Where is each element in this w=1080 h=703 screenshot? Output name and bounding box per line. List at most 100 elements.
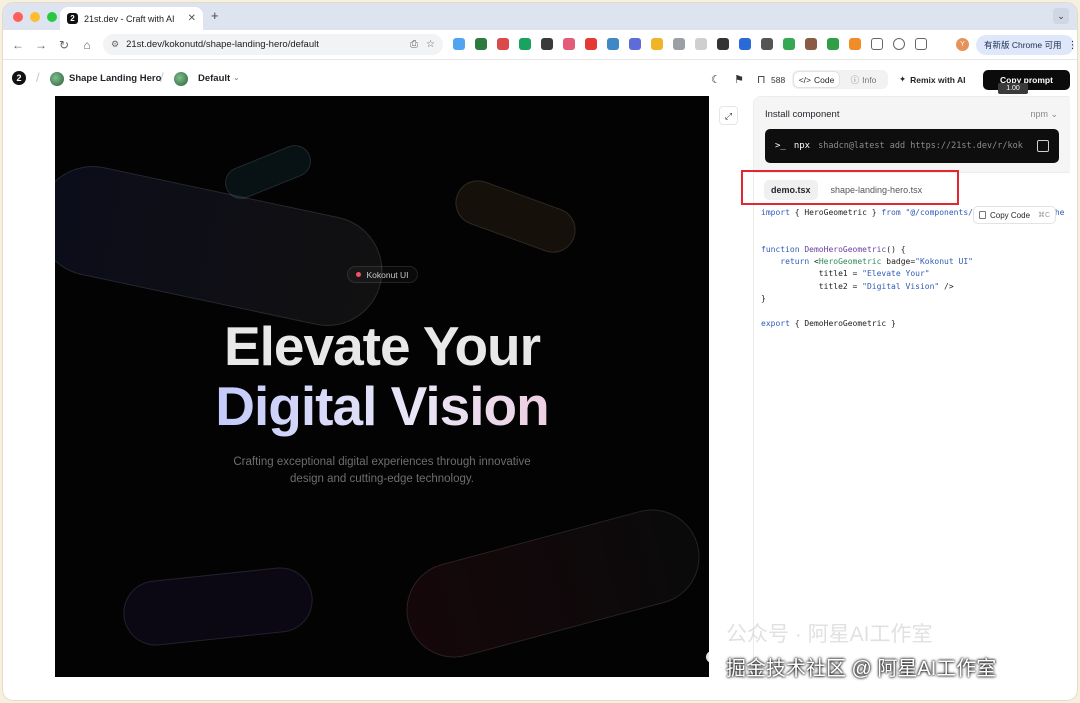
extension-mail-icon[interactable] — [497, 38, 509, 50]
close-window-button[interactable] — [13, 11, 23, 22]
maximize-window-button[interactable] — [47, 11, 57, 22]
component-preview: Kokonut UI Elevate Your Digital Vision C… — [55, 96, 709, 677]
extension-doc-icon[interactable] — [629, 38, 641, 50]
extension-letter-icon[interactable] — [695, 38, 707, 50]
view-tabs: </> Code ⓘ Info — [792, 70, 888, 89]
site-info-icon[interactable]: ⚙ — [111, 39, 119, 50]
reload-icon[interactable]: ↻ — [53, 38, 75, 52]
chevron-down-icon[interactable]: ⌄ — [233, 73, 240, 82]
flag-icon[interactable]: ⚑ — [734, 73, 744, 86]
decorative-shape — [220, 140, 316, 204]
extension-sync-icon[interactable] — [893, 38, 905, 50]
profile-avatar[interactable]: Y — [956, 38, 969, 51]
extension-frame-icon[interactable] — [673, 38, 685, 50]
breadcrumb-separator: / — [160, 70, 164, 85]
reading-list-icon[interactable] — [915, 38, 927, 50]
remix-label: Remix with AI — [910, 74, 966, 85]
browser-window: 2 21st.dev - Craft with AI ✕ + ⌄ ← → ↻ ⌂… — [3, 3, 1077, 700]
close-tab-icon[interactable]: ✕ — [188, 13, 196, 24]
bookmark-count: 588 — [771, 75, 786, 85]
code-line: title2 = "Digital Vision" /> — [761, 281, 954, 291]
breadcrumb-separator: / — [36, 70, 40, 85]
tab-search-icon[interactable]: ⌄ — [1053, 8, 1069, 24]
code-line: } — [761, 294, 766, 304]
install-title: Install component — [765, 109, 840, 120]
address-bar[interactable]: ⚙ 21st.dev/kokonutd/shape-landing-hero/d… — [103, 34, 443, 55]
cmd-npx: npx — [793, 141, 811, 151]
extension-chat-icon[interactable] — [827, 38, 839, 50]
theme-toggle-icon[interactable]: ☾ — [711, 73, 721, 86]
extension-video-icon[interactable] — [585, 38, 597, 50]
code-block: import { HeroGeometric } from "@/compone… — [761, 207, 1064, 330]
info-icon: ⓘ — [850, 74, 860, 85]
badge-label: Kokonut UI — [366, 269, 409, 280]
site-logo-icon[interactable]: 2 — [12, 71, 26, 85]
new-tab-icon[interactable]: + — [211, 8, 219, 23]
update-label: 有新版 Chrome 可用 — [984, 40, 1062, 50]
tab-info[interactable]: ⓘ Info — [841, 72, 886, 87]
chrome-update-button[interactable]: 有新版 Chrome 可用 ⋮ — [976, 35, 1077, 55]
author-avatar[interactable] — [50, 72, 64, 86]
tab-code-label: Code — [813, 74, 835, 85]
code-line: return <HeroGeometric badge="Kokonut UI" — [780, 257, 973, 267]
terminal-icon: >_ — [775, 141, 786, 151]
variant-selector[interactable]: Default — [198, 73, 230, 84]
window-controls — [13, 11, 57, 22]
browser-toolbar: ← → ↻ ⌂ ⚙ 21st.dev/kokonutd/shape-landin… — [3, 30, 1077, 60]
browser-tab[interactable]: 2 21st.dev - Craft with AI ✕ — [60, 7, 203, 30]
hero-title-line2: Digital Vision — [55, 374, 709, 438]
remix-with-ai-button[interactable]: ✦ Remix with AI — [895, 71, 970, 88]
code-line: export { DemoHeroGeometric } — [761, 318, 896, 328]
tab-title: 21st.dev - Craft with AI — [84, 13, 175, 24]
extensions-row — [453, 38, 927, 50]
back-icon[interactable]: ← — [7, 38, 29, 52]
install-app-icon[interactable]: ⎙ — [410, 39, 418, 50]
tab-strip: 2 21st.dev - Craft with AI ✕ + ⌄ — [3, 3, 1077, 30]
fullscreen-icon[interactable]: ⤢ — [719, 106, 738, 125]
extension-sheet-icon[interactable] — [519, 38, 531, 50]
hero-subtitle: Crafting exceptional digital experiences… — [233, 456, 531, 485]
hero-badge: Kokonut UI — [347, 266, 418, 283]
minimize-window-button[interactable] — [30, 11, 40, 22]
extension-bulb-icon[interactable] — [651, 38, 663, 50]
bookmark-star-icon[interactable]: ☆ — [426, 39, 435, 50]
extension-image-icon[interactable] — [563, 38, 575, 50]
navigation-buttons: ← → ↻ ⌂ — [7, 38, 98, 52]
copy-icon — [979, 211, 986, 219]
extension-box-icon[interactable] — [761, 38, 773, 50]
forward-icon[interactable]: → — [30, 38, 52, 52]
install-section: Install component npm ⌄ >_ npx shadcn@la… — [754, 97, 1070, 173]
extension-person-icon[interactable] — [805, 38, 817, 50]
decorative-shape — [395, 498, 709, 669]
install-command[interactable]: >_ npx shadcn@latest add https://21st.de… — [765, 129, 1059, 163]
sparkle-icon: ✦ — [899, 74, 907, 84]
badge-dot-icon — [356, 272, 362, 277]
extension-puzzle-blue-icon[interactable] — [739, 38, 751, 50]
extension-dot-icon[interactable] — [849, 38, 861, 50]
copy-code-button[interactable]: Copy Code ⌘C — [973, 206, 1056, 224]
extensions-puzzle-icon[interactable] — [871, 38, 883, 50]
home-icon[interactable]: ⌂ — [76, 38, 98, 52]
package-manager-select[interactable]: npm ⌄ — [1030, 109, 1058, 120]
extension-bag-icon[interactable] — [717, 38, 729, 50]
copy-code-label: Copy Code — [990, 210, 1031, 220]
page-header: 2 / Shape Landing Hero / Default ⌄ ☾ ⚑ ⊓… — [3, 60, 1077, 96]
hero-title-line1: Elevate Your — [223, 315, 541, 377]
variant-avatar — [174, 72, 188, 86]
more-menu-icon[interactable]: ⋮ — [1067, 40, 1077, 51]
tab-info-label: Info — [862, 74, 877, 85]
extension-check-icon[interactable] — [783, 38, 795, 50]
extension-scissors-icon[interactable] — [541, 38, 553, 50]
package-manager-label: npm — [1030, 109, 1048, 119]
bookmark-icon[interactable]: ⊓ — [757, 73, 766, 86]
url-text[interactable]: 21st.dev/kokonutd/shape-landing-hero/def… — [126, 39, 403, 50]
extension-capture-icon[interactable] — [607, 38, 619, 50]
extension-shield-icon[interactable] — [453, 38, 465, 50]
copy-icon[interactable] — [1037, 140, 1049, 152]
extension-download-icon[interactable] — [475, 38, 487, 50]
component-name[interactable]: Shape Landing Hero — [69, 73, 161, 84]
copy-code-shortcut: ⌘C — [1037, 212, 1050, 219]
tab-code[interactable]: </> Code — [794, 72, 839, 87]
